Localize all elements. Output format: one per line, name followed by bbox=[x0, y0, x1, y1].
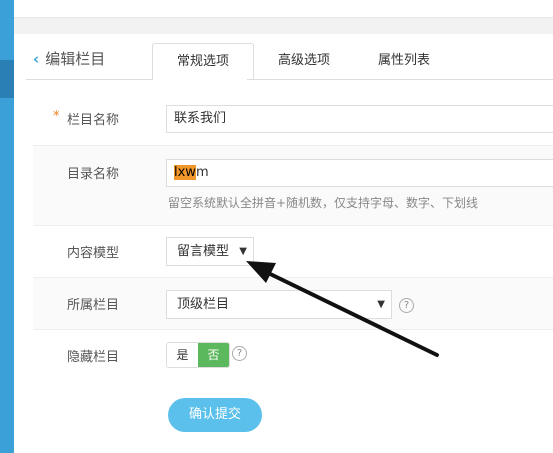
arrow-shaft bbox=[260, 268, 439, 357]
arrow-annotation bbox=[246, 261, 439, 357]
arrow-head bbox=[246, 261, 276, 283]
